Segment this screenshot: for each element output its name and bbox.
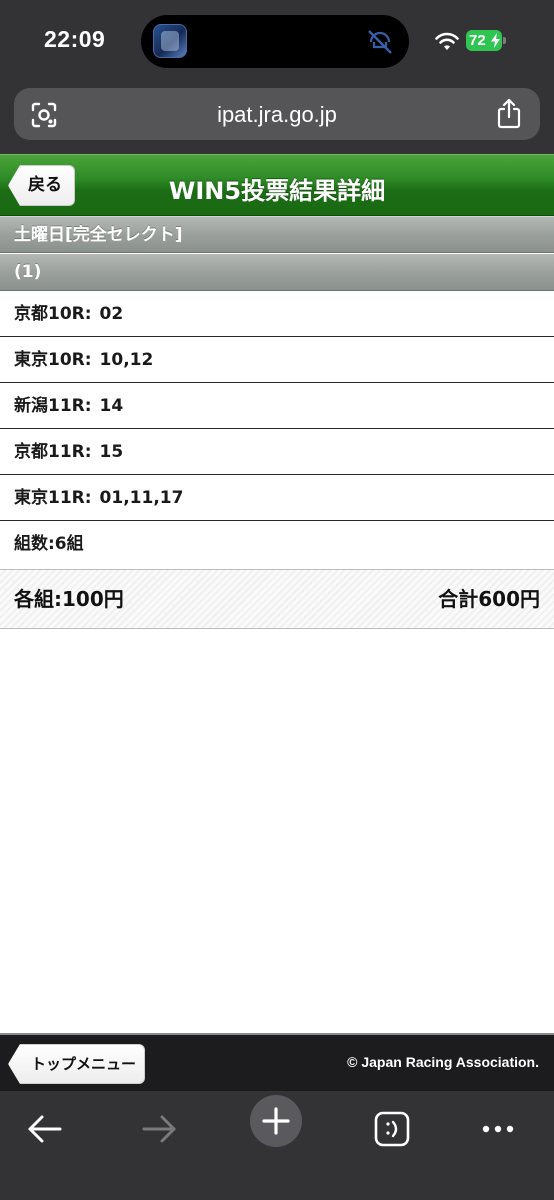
combo-count-row: 組数:6組 [0, 521, 554, 567]
race-name: 東京10R: [14, 350, 92, 370]
amount-summary: 各組:100円 合計600円 [0, 569, 554, 629]
race-selection: 15 [99, 442, 124, 462]
bet-type-header: 土曜日[完全セレクト] [0, 216, 554, 253]
race-row: 東京10R: 10,12 [0, 337, 554, 383]
dynamic-island[interactable] [141, 15, 409, 68]
share-icon[interactable] [496, 98, 522, 130]
copyright-text: © Japan Racing Association. [347, 1054, 539, 1070]
page-footer: トップメニュー © Japan Racing Association. [0, 1033, 554, 1091]
battery-level: 72 [469, 32, 486, 49]
arrow-right-icon[interactable] [132, 1099, 188, 1155]
race-name: 京都10R: [14, 304, 92, 324]
charging-bolt-icon [491, 33, 500, 48]
group-number-header: (1) [0, 254, 554, 291]
race-selection: 14 [99, 396, 124, 416]
tab-switcher-icon[interactable] [364, 1099, 420, 1155]
status-time: 22:09 [44, 26, 106, 52]
browser-toolbar [0, 1091, 554, 1200]
race-name: 京都11R: [14, 442, 92, 462]
race-name: 東京11R: [14, 488, 92, 508]
total-amount: 合計600円 [438, 587, 540, 611]
race-name: 新潟11R: [14, 396, 92, 416]
page-title: WIN5投票結果詳細 [168, 177, 386, 205]
race-row: 京都11R: 15 [0, 429, 554, 475]
race-row: 新潟11R: 14 [0, 383, 554, 429]
wifi-icon [435, 32, 459, 50]
plus-icon[interactable] [250, 1095, 302, 1147]
url-text[interactable]: ipat.jra.go.jp [14, 102, 540, 128]
muted-notification-icon [368, 30, 392, 54]
per-combo-amount: 各組:100円 [14, 587, 124, 611]
race-row: 京都10R: 02 [0, 291, 554, 337]
status-bar: 22:09 72 [0, 0, 554, 82]
race-selection: 02 [99, 304, 124, 324]
more-dots-icon[interactable] [470, 1099, 526, 1155]
arrow-left-icon[interactable] [16, 1099, 72, 1155]
page-header: 戻る WIN5投票結果詳細 [0, 154, 554, 216]
combo-count: 組数:6組 [14, 534, 84, 554]
now-playing-thumbnail [153, 24, 187, 58]
battery-indicator: 72 [466, 30, 506, 51]
race-row: 東京11R: 01,11,17 [0, 475, 554, 521]
address-bar[interactable]: ipat.jra.go.jp [14, 88, 540, 140]
top-menu-button[interactable]: トップメニュー [8, 1044, 145, 1084]
race-selection: 01,11,17 [99, 488, 184, 508]
race-selection: 10,12 [99, 350, 154, 370]
browser-address-area: ipat.jra.go.jp [0, 82, 554, 154]
